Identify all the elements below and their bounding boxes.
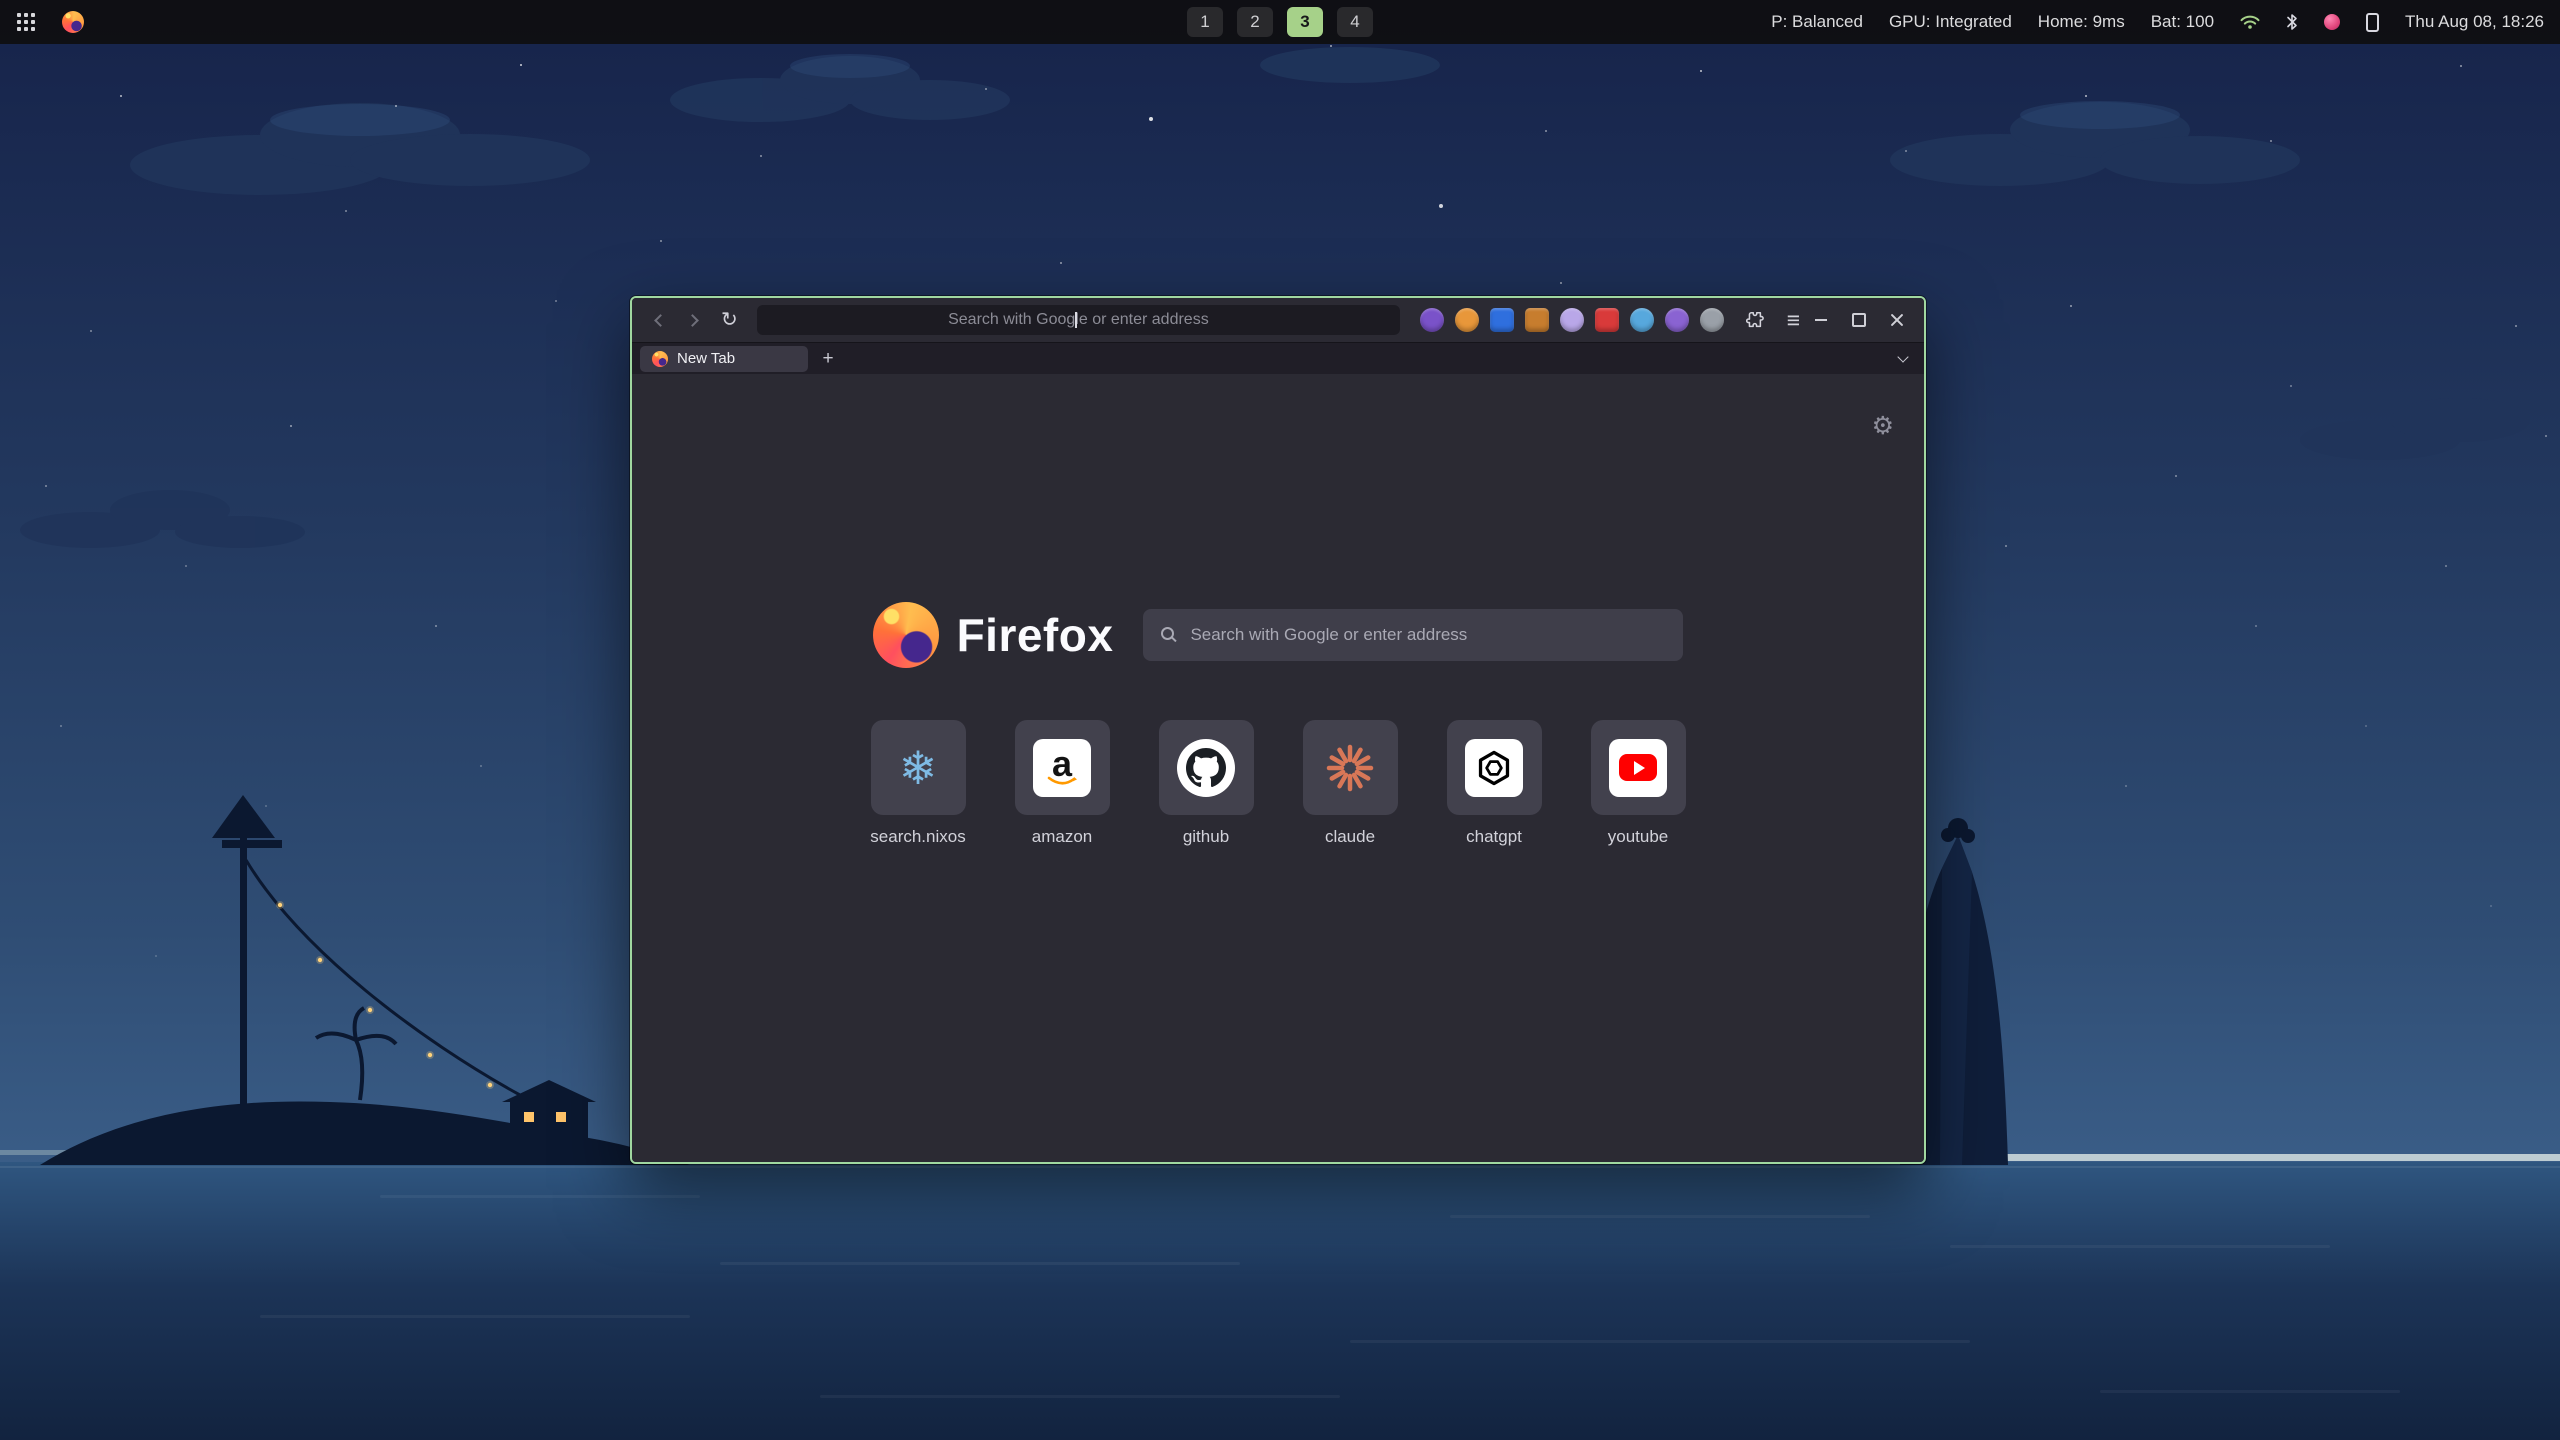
firefox-logo — [873, 602, 939, 668]
extension-icon-5[interactable] — [1560, 308, 1584, 332]
workspace-button-4[interactable]: 4 — [1337, 7, 1373, 37]
wifi-icon[interactable] — [2240, 14, 2260, 30]
shortcut-claude[interactable]: claude — [1303, 720, 1398, 847]
power-profile-status: P: Balanced — [1771, 12, 1863, 32]
back-button[interactable] — [644, 304, 675, 336]
extension-icon-4[interactable] — [1525, 308, 1549, 332]
workspace-button-2[interactable]: 2 — [1237, 7, 1273, 37]
chatgpt-icon — [1472, 746, 1516, 790]
chevron-down-icon — [1897, 351, 1908, 362]
shortcut-label: search.nixos — [870, 827, 965, 847]
display-icon[interactable] — [2366, 13, 2379, 32]
extension-icon-3[interactable] — [1490, 308, 1514, 332]
shortcut-label: github — [1183, 827, 1229, 847]
shortcut-label: claude — [1325, 827, 1375, 847]
github-icon — [1186, 748, 1226, 788]
shortcut-search-nixos[interactable]: ❄ search.nixos — [871, 720, 966, 847]
extension-icon-7[interactable] — [1630, 308, 1654, 332]
plus-icon: + — [822, 348, 833, 370]
amazon-icon: a — [1033, 739, 1091, 797]
extension-toolbar — [1420, 308, 1724, 332]
search-icon — [1161, 627, 1177, 643]
url-bar[interactable] — [757, 305, 1400, 335]
brand-search-row: Firefox — [632, 602, 1924, 668]
shortcut-chatgpt[interactable]: chatgpt — [1447, 720, 1542, 847]
shortcuts-row: ❄ search.nixos a amazon — [632, 720, 1924, 847]
forward-button[interactable] — [679, 304, 710, 336]
menu-button[interactable]: ≡ — [1779, 305, 1808, 335]
home-latency-status: Home: 9ms — [2038, 12, 2125, 32]
battery-status: Bat: 100 — [2151, 12, 2214, 32]
shortcut-label: amazon — [1032, 827, 1092, 847]
text-caret — [1075, 312, 1077, 328]
workspace-button-3[interactable]: 3 — [1287, 7, 1323, 37]
reload-icon: ↻ — [721, 310, 738, 330]
extension-icon-2[interactable] — [1455, 308, 1479, 332]
list-all-tabs-button[interactable] — [1890, 346, 1916, 372]
tray-app-icon[interactable] — [2324, 14, 2340, 30]
urlbar-input[interactable] — [769, 311, 1388, 329]
workspace-button-1[interactable]: 1 — [1187, 7, 1223, 37]
app-launcher-icon[interactable] — [16, 12, 36, 32]
claude-icon — [1326, 744, 1374, 792]
maximize-button[interactable] — [1850, 311, 1868, 329]
shortcut-label: chatgpt — [1466, 827, 1522, 847]
status-bar-right: P: Balanced GPU: Integrated Home: 9ms Ba… — [1771, 12, 2544, 32]
gear-icon: ⚙ — [1872, 412, 1894, 440]
gpu-status: GPU: Integrated — [1889, 12, 2012, 32]
tab-bar: New Tab + — [632, 342, 1924, 374]
firefox-window: ↻ ≡ — [630, 296, 1926, 1164]
firefox-wordmark: Firefox — [957, 608, 1114, 662]
newtab-search-input[interactable] — [1190, 625, 1665, 645]
shortcut-github[interactable]: github — [1159, 720, 1254, 847]
new-tab-page: ⚙ Firefox ❄ search.nixos a — [632, 374, 1924, 1162]
shortcut-youtube[interactable]: youtube — [1591, 720, 1686, 847]
back-icon — [655, 314, 668, 327]
tab-favicon — [652, 351, 668, 367]
new-tab-button[interactable]: + — [816, 347, 840, 371]
amazon-smile-icon — [1047, 776, 1077, 788]
extension-icon-1[interactable] — [1420, 308, 1444, 332]
reload-button[interactable]: ↻ — [714, 304, 745, 336]
minimize-button[interactable] — [1812, 311, 1830, 329]
puzzle-icon — [1744, 310, 1764, 330]
window-controls — [1812, 311, 1912, 329]
shortcut-label: youtube — [1608, 827, 1669, 847]
bluetooth-icon[interactable] — [2286, 13, 2298, 31]
extensions-button[interactable] — [1740, 305, 1769, 335]
clock: Thu Aug 08, 18:26 — [2405, 12, 2544, 32]
workspace-switcher: 1 2 3 4 — [1187, 7, 1373, 37]
shortcut-amazon[interactable]: a amazon — [1015, 720, 1110, 847]
youtube-icon — [1619, 754, 1657, 781]
tab-label: New Tab — [677, 350, 735, 367]
status-bar: 1 2 3 4 P: Balanced GPU: Integrated Home… — [0, 0, 2560, 44]
tab-new-tab[interactable]: New Tab — [640, 346, 808, 372]
hamburger-icon: ≡ — [1787, 307, 1800, 334]
extension-icon-8[interactable] — [1665, 308, 1689, 332]
extension-icon-9[interactable] — [1700, 308, 1724, 332]
newtab-search-bar[interactable] — [1143, 609, 1683, 661]
status-bar-left — [16, 11, 84, 33]
forward-icon — [687, 314, 700, 327]
close-button[interactable] — [1888, 311, 1906, 329]
extension-icon-6[interactable] — [1595, 308, 1619, 332]
nixos-snowflake-icon: ❄ — [899, 745, 938, 791]
browser-toolbar: ↻ ≡ — [632, 298, 1924, 342]
personalize-button[interactable]: ⚙ — [1872, 414, 1894, 439]
firefox-app-icon[interactable] — [62, 11, 84, 33]
